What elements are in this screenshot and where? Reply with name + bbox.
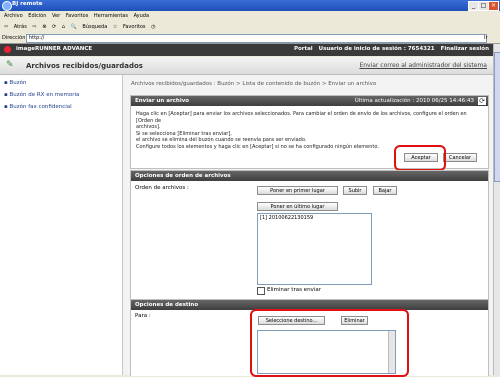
menu-ver[interactable]: Ver [52, 11, 60, 21]
sidebar-item-fax-confidencial[interactable]: ▪ Buzón fax confidencial [4, 104, 72, 110]
move-up-button[interactable]: Subir [343, 186, 367, 195]
sidebar-item-label: Buzón [9, 80, 27, 86]
admin-mail-link[interactable]: Enviar correo al administrador del siste… [359, 62, 487, 69]
last-update: Última actualización : 2010 06/25 14:46:… [354, 98, 474, 104]
search-button[interactable]: 🔍 Búsqueda [71, 21, 108, 33]
header-user-area: Portal Usuario de inicio de sesión : 765… [290, 46, 489, 52]
file-list-item[interactable]: [1] 20100622130159 [258, 214, 371, 222]
home-icon[interactable]: ⌂ [62, 21, 65, 33]
ie-logo-icon [2, 1, 12, 11]
order-panel: Opciones de orden de archivos Orden de a… [130, 170, 489, 300]
delete-after-label: Eliminar tras enviar [267, 287, 321, 293]
forward-button[interactable]: ⇨ [32, 21, 36, 33]
close-button[interactable]: × [488, 1, 499, 11]
menu-herramientas[interactable]: Herramientas [94, 11, 128, 21]
sidebar-item-label: Buzón de RX en memoria [9, 92, 80, 98]
page-header: ✎ Archivos recibidos/guardados Enviar co… [0, 57, 493, 75]
delete-after-checkbox[interactable] [257, 287, 265, 295]
sidebar-item-buzon[interactable]: ▪ Buzón [4, 80, 26, 86]
page-title: Archivos recibidos/guardados [26, 62, 143, 70]
move-down-button[interactable]: Bajar [373, 186, 397, 195]
instruction-line: Haga clic en [Aceptar] para enviar los a… [136, 111, 467, 124]
back-label: Atrás [13, 24, 27, 30]
order-panel-header: Opciones de orden de archivos [131, 171, 488, 181]
menu-edicion[interactable]: Edición [28, 11, 46, 21]
canon-logo-icon [4, 46, 11, 53]
refresh-icon[interactable]: ⟳ [478, 97, 486, 105]
user-info: Usuario de inicio de sesión : 7654321 [318, 46, 435, 52]
highlight-destination [250, 309, 409, 377]
file-order-list[interactable]: [1] 20100622130159 [257, 213, 372, 285]
address-label: Dirección [2, 35, 26, 41]
portal-link[interactable]: Portal [294, 46, 313, 52]
search-label: Búsqueda [82, 24, 108, 30]
stop-icon[interactable]: ⊗ [42, 21, 46, 33]
cancel-button[interactable]: Cancelar [443, 153, 477, 162]
address-input[interactable]: http:// [26, 34, 487, 43]
menu-ayuda[interactable]: Ayuda [134, 11, 149, 21]
order-label: Orden de archivos : [135, 185, 189, 191]
window-title: BJ remote [12, 1, 43, 7]
favorites-button[interactable]: ☆ Favoritos [113, 21, 146, 33]
refresh-icon[interactable]: ⟳ [52, 21, 56, 33]
move-last-button[interactable]: Poner en último lugar [257, 202, 338, 211]
menu-archivo[interactable]: Archivo [4, 11, 23, 21]
app-brand: imageRUNNER ADVANCE [16, 46, 93, 52]
send-panel-title: Enviar un archivo [135, 98, 190, 104]
inbox-icon: ✎ [6, 60, 14, 70]
menu-favoritos[interactable]: Favoritos [66, 11, 89, 21]
to-label: Para : [135, 313, 151, 319]
sidebar-item-rx-memoria[interactable]: ▪ Buzón de RX en memoria [4, 92, 79, 98]
order-panel-title: Opciones de orden de archivos [135, 173, 231, 179]
window-titlebar: BJ remote _ □ × [0, 0, 500, 11]
app-header: imageRUNNER ADVANCE Portal Usuario de in… [0, 44, 493, 56]
sidebar-item-label: Buzón fax confidencial [9, 104, 72, 110]
move-first-button[interactable]: Poner en primer lugar [257, 186, 338, 195]
destination-panel-title: Opciones de destino [135, 302, 199, 308]
back-button[interactable]: ⇦ Atrás [4, 21, 27, 33]
send-panel-header: Enviar un archivo Última actualización :… [131, 96, 488, 106]
highlight-accept [394, 145, 446, 171]
go-button[interactable]: Ir [484, 34, 496, 42]
favorites-label: Favoritos [122, 24, 146, 30]
logout-link[interactable]: Finalizar sesión [441, 46, 489, 52]
sidebar: ▪ Buzón ▪ Buzón de RX en memoria ▪ Buzón… [0, 75, 123, 375]
breadcrumb: Archivos recibidos/guardados : Buzón > L… [131, 81, 377, 87]
page-scrollbar-thumb[interactable] [494, 52, 500, 182]
history-icon[interactable]: ◷ [151, 21, 155, 33]
